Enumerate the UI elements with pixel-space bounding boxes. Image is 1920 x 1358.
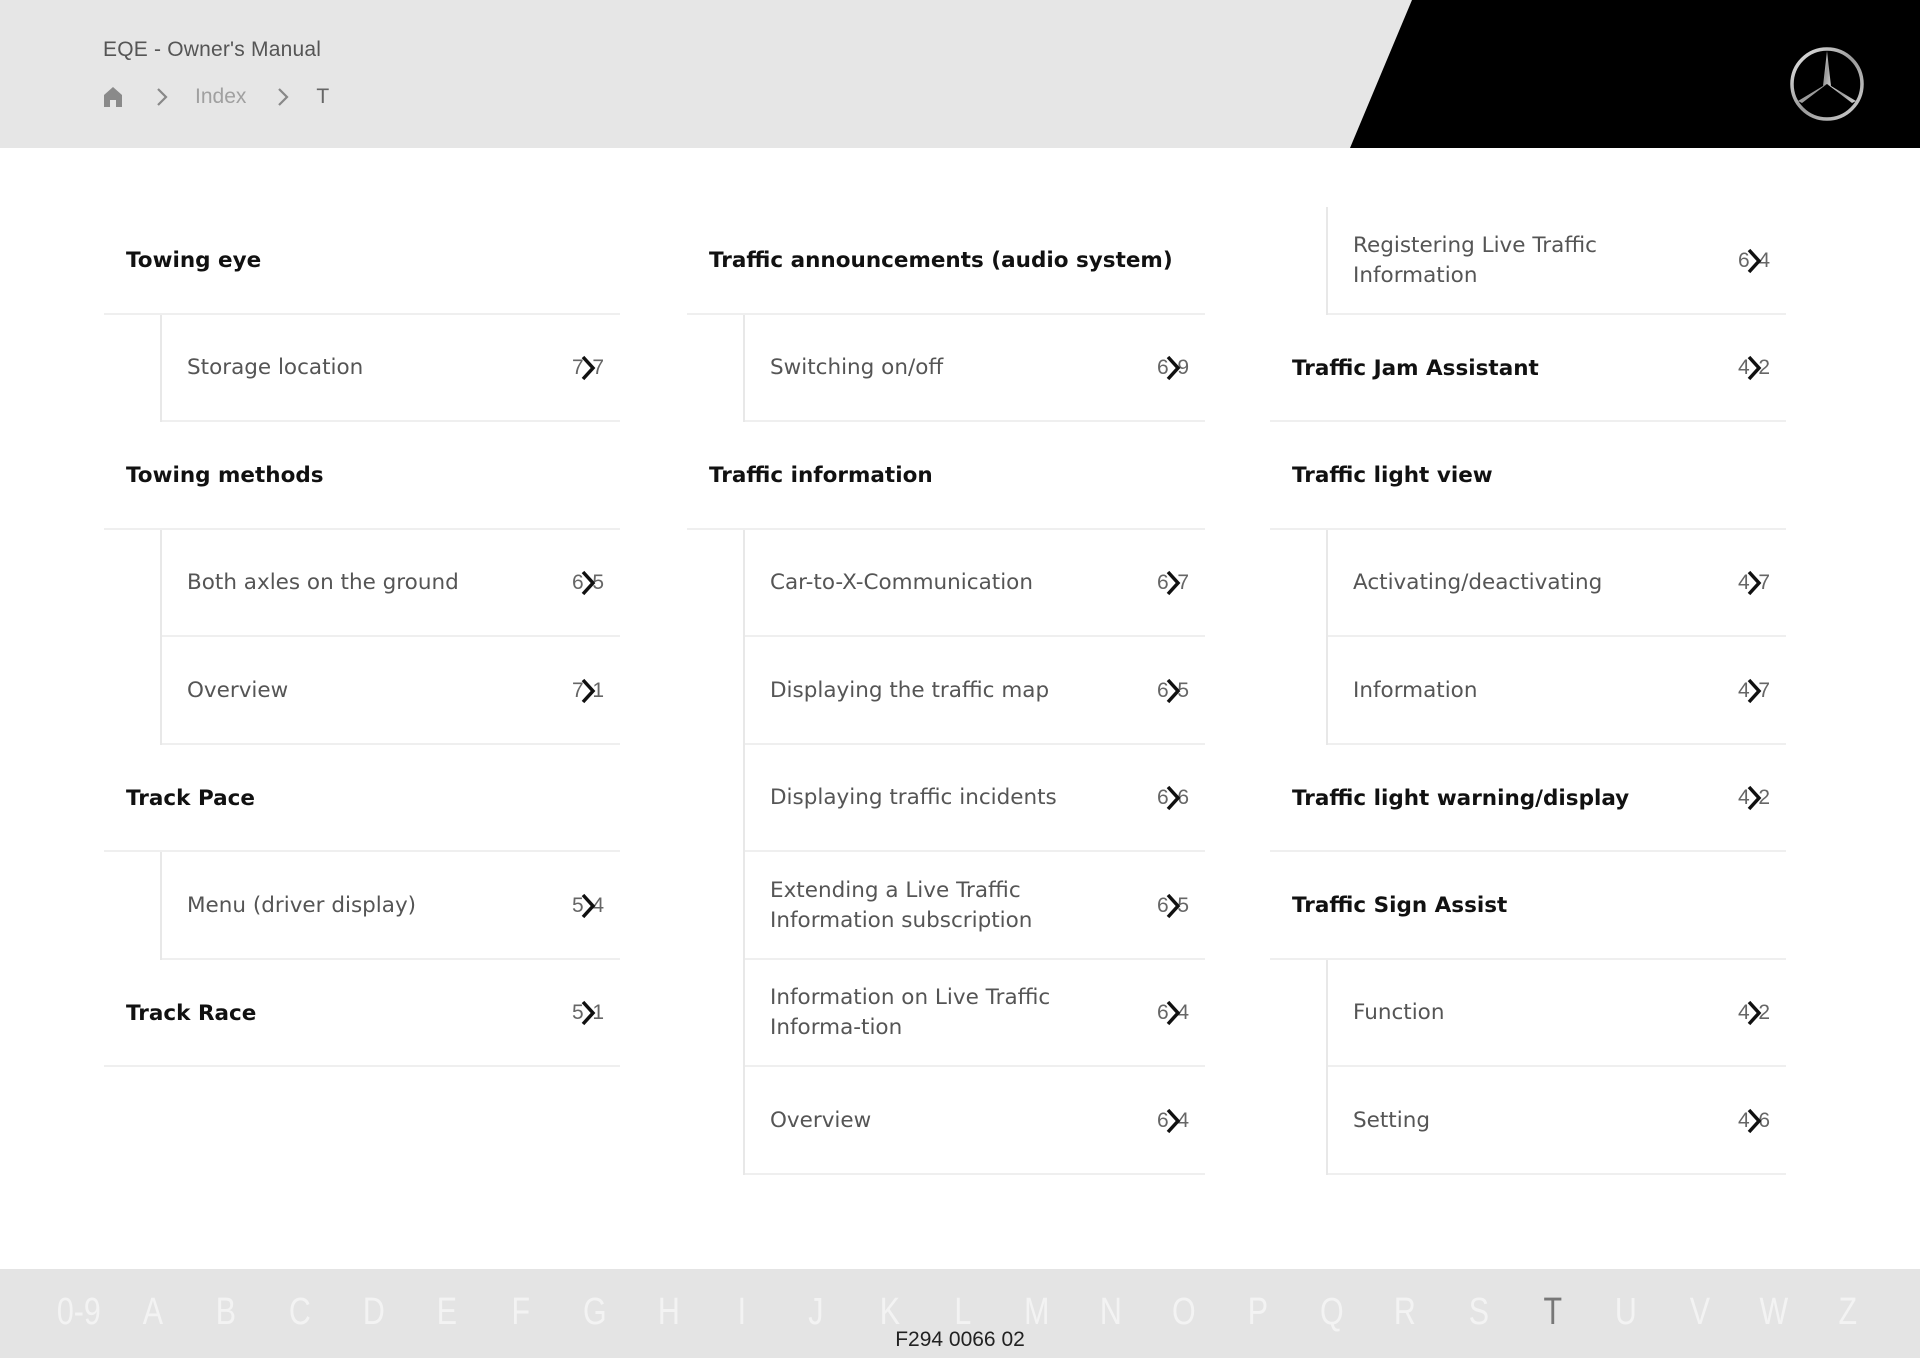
- index-entry-heading-link[interactable]: Traffic light warning/display 42: [1270, 745, 1786, 853]
- index-heading: Track Pace: [104, 745, 620, 853]
- page-link[interactable]: 77: [568, 353, 608, 383]
- page-link[interactable]: 51: [568, 998, 608, 1028]
- index-entry[interactable]: Extending a Live Traffic Information sub…: [743, 852, 1205, 960]
- index-column-1: Towing eye Storage location 77 Towing me…: [104, 207, 620, 1067]
- index-entry[interactable]: Overview 64: [743, 1067, 1205, 1175]
- index-entry[interactable]: Overview 71: [160, 637, 620, 745]
- page-link[interactable]: 42: [1734, 353, 1774, 383]
- index-heading: Towing eye: [104, 207, 620, 315]
- mercedes-star-logo[interactable]: [1788, 45, 1866, 123]
- chevron-right-icon: [1747, 571, 1762, 596]
- page-link[interactable]: 71: [568, 676, 608, 706]
- page-link[interactable]: 47: [1734, 568, 1774, 598]
- index-entry[interactable]: Displaying the traffic map 65: [743, 637, 1205, 745]
- index-entry[interactable]: Information 47: [1326, 637, 1786, 745]
- page-link[interactable]: 64: [1153, 1106, 1193, 1136]
- alphabet-footer: 0-9 A B C D E F G H I J K L M N O P Q R …: [0, 1269, 1920, 1358]
- page-link[interactable]: 69: [1153, 353, 1193, 383]
- index-heading: Traffic announcements (audio system): [687, 207, 1205, 315]
- manual-title: EQE - Owner's Manual: [103, 38, 322, 61]
- index-entry[interactable]: Displaying traffic incidents 66: [743, 744, 1205, 852]
- index-entry[interactable]: Function 42: [1326, 959, 1786, 1067]
- document-code: F294 0066 02: [895, 1328, 1025, 1351]
- page-link[interactable]: 64: [1734, 246, 1774, 276]
- chevron-right-icon: [1166, 356, 1181, 381]
- index-entry-heading-link[interactable]: Track Race 51: [104, 960, 620, 1068]
- index-column-2: Traffic announcements (audio system) Swi…: [687, 207, 1205, 1175]
- chevron-right-icon: [155, 86, 169, 108]
- page-link[interactable]: 54: [568, 891, 608, 921]
- chevron-right-icon: [581, 356, 596, 381]
- page-link[interactable]: 66: [1153, 783, 1193, 813]
- chevron-right-icon: [1747, 678, 1762, 703]
- home-icon[interactable]: [101, 85, 125, 109]
- chevron-right-icon: [1166, 678, 1181, 703]
- page-link[interactable]: 65: [568, 568, 608, 598]
- page-link[interactable]: 65: [1153, 891, 1193, 921]
- chevron-right-icon: [581, 571, 596, 596]
- chevron-right-icon: [1166, 571, 1181, 596]
- header-bar: EQE - Owner's Manual Index T: [0, 0, 1920, 148]
- chevron-right-icon: [1166, 893, 1181, 918]
- chevron-right-icon: [1747, 1108, 1762, 1133]
- chevron-right-icon: [581, 1001, 596, 1026]
- breadcrumb-index-link[interactable]: Index: [195, 85, 246, 109]
- index-heading: Traffic Sign Assist: [1270, 852, 1786, 960]
- index-heading: Traffic information: [687, 422, 1205, 530]
- index-entry[interactable]: Switching on/off 69: [743, 314, 1205, 422]
- page-link[interactable]: 46: [1734, 1106, 1774, 1136]
- index-heading: Towing methods: [104, 422, 620, 530]
- chevron-right-icon: [1166, 1001, 1181, 1026]
- chevron-right-icon: [581, 893, 596, 918]
- page-link[interactable]: 64: [1153, 998, 1193, 1028]
- brand-block: [1350, 0, 1920, 148]
- breadcrumb-current: T: [316, 85, 330, 108]
- chevron-right-icon: [1747, 248, 1762, 273]
- page-link[interactable]: 42: [1734, 783, 1774, 813]
- index-entry[interactable]: Registering Live Traffic Information 64: [1326, 207, 1786, 315]
- chevron-right-icon: [276, 86, 290, 108]
- index-entry[interactable]: Information on Live Traffic Informa-tion…: [743, 959, 1205, 1067]
- index-entry[interactable]: Storage location 77: [160, 314, 620, 422]
- index-entry-heading-link[interactable]: Traffic Jam Assistant 42: [1270, 315, 1786, 423]
- index-entry[interactable]: Setting 46: [1326, 1067, 1786, 1175]
- index-entry[interactable]: Menu (driver display) 54: [160, 852, 620, 960]
- chevron-right-icon: [1747, 786, 1762, 811]
- chevron-right-icon: [1747, 356, 1762, 381]
- breadcrumb: Index T: [101, 82, 329, 112]
- page-link[interactable]: 67: [1153, 568, 1193, 598]
- chevron-right-icon: [1166, 1108, 1181, 1133]
- index-entry[interactable]: Car-to-X-Communication 67: [743, 529, 1205, 637]
- index-entry[interactable]: Both axles on the ground 65: [160, 529, 620, 637]
- index-heading: Traffic light view: [1270, 422, 1786, 530]
- page-link[interactable]: 47: [1734, 676, 1774, 706]
- index-entry[interactable]: Activating/deactivating 47: [1326, 529, 1786, 637]
- page-link[interactable]: 65: [1153, 676, 1193, 706]
- chevron-right-icon: [581, 678, 596, 703]
- page-link[interactable]: 42: [1734, 998, 1774, 1028]
- index-column-3: Registering Live Traffic Information 64 …: [1270, 207, 1786, 1175]
- chevron-right-icon: [1166, 786, 1181, 811]
- chevron-right-icon: [1747, 1001, 1762, 1026]
